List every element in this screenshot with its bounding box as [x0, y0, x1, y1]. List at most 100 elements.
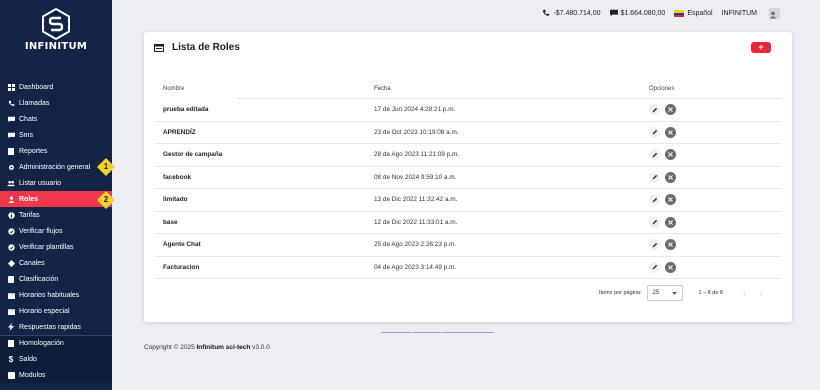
brand-name: INFINITUM [24, 41, 88, 52]
sidebar-item-label: Verificar flujos [19, 227, 63, 235]
edit-button[interactable] [649, 126, 660, 138]
dashboard-icon [7, 83, 15, 91]
delete-button[interactable] [665, 171, 676, 183]
header-divider [155, 98, 237, 99]
sidebar-item-dashboard[interactable]: Dashboard [0, 79, 112, 95]
column-header-opciones: Opciones [649, 86, 675, 92]
table-row: base 12 de Dic 2022 11:33:01 a.m. [155, 212, 781, 234]
scrollbar-segment [442, 332, 494, 333]
sidebar-item-saldo[interactable]: $ Saldo [0, 351, 112, 367]
role-name: base [163, 218, 178, 226]
sidebar-item-administracion-general[interactable]: Administración general [0, 159, 112, 175]
sidebar-item-label: Dashboard [19, 83, 54, 91]
sidebar-item-verificar-flujos[interactable]: Verificar flujos [0, 223, 112, 239]
sidebar-item-label: Reportes [19, 147, 48, 155]
sidebar-item-homologacion[interactable]: Homologación [0, 335, 112, 351]
phone-icon [543, 9, 550, 16]
edit-button[interactable] [649, 239, 660, 251]
chevron-down-icon [671, 291, 677, 295]
roles-icon [7, 195, 15, 203]
sms-icon [7, 131, 15, 139]
page-range: 1 – 8 de 8 [698, 290, 723, 296]
close-icon [668, 264, 673, 270]
user-icon [769, 11, 777, 18]
sidebar-item-llamadas[interactable]: Llamadas [0, 95, 112, 111]
user-menu[interactable]: INFINITUM [721, 7, 780, 19]
row-actions [642, 261, 781, 273]
brand-logo[interactable]: INFINITUM [0, 8, 112, 52]
edit-button[interactable] [649, 216, 660, 228]
sidebar-item-respuestas-rapidas[interactable]: Respuestas rapidas [0, 319, 112, 335]
table-row: Gestor de campaña 28 de Ago 2023 11:21:0… [155, 144, 781, 167]
role-name: Gestor de campaña [163, 151, 223, 159]
delete-button[interactable] [665, 261, 676, 273]
role-name: prueba editada [163, 106, 209, 114]
phone-balance[interactable]: -$7.480.714,00 [542, 9, 601, 17]
roles-table: Nombre Fecha Opciones prueba editada 17 … [155, 80, 781, 279]
delete-button[interactable] [665, 126, 676, 138]
sidebar-item-tarifas[interactable]: Tarifas [0, 207, 112, 223]
message-balance[interactable]: $1.664.080,00 [609, 9, 665, 17]
table-header: Nombre Fecha Opciones [155, 80, 781, 99]
delete-button[interactable] [665, 104, 676, 116]
delete-button[interactable] [665, 149, 676, 161]
sidebar-item-label: Verificar plantillas [19, 243, 74, 251]
add-role-button[interactable]: + [751, 42, 771, 53]
column-header-nombre[interactable]: Nombre [155, 86, 366, 92]
sidebar-item-reportes[interactable]: Reportes [0, 143, 112, 159]
edit-button[interactable] [649, 194, 660, 206]
role-date: 08 de Nov 2024 9:59:10 a.m. [374, 173, 457, 181]
next-page-icon[interactable]: › [760, 289, 763, 298]
sidebar-item-roles[interactable]: Roles [0, 191, 112, 207]
footer-copyright: Copyright © 2025 [144, 344, 197, 351]
tour-badge-number: 2 [103, 195, 109, 204]
sidebar-item-label: Tarifas [19, 211, 40, 219]
sidebar-item-listar-usuario[interactable]: Listar usuario [0, 175, 112, 191]
column-header-fecha[interactable]: Fecha [366, 86, 642, 92]
close-icon [668, 219, 673, 225]
tour-badge-1[interactable]: 1 [97, 158, 115, 176]
sidebar-item-label: Homologación [19, 340, 64, 347]
pencil-icon [652, 265, 657, 270]
edit-button[interactable] [649, 149, 660, 161]
sidebar-item-verificar-plantillas[interactable]: Verificar plantillas [0, 239, 112, 255]
delete-button[interactable] [665, 239, 676, 251]
table-row: limitado 13 de Dic 2022 11:32:42 a.m. [155, 189, 781, 212]
pencil-icon [652, 107, 657, 113]
channels-icon [7, 259, 15, 267]
user-name: INFINITUM [721, 9, 757, 17]
edit-button[interactable] [649, 261, 660, 273]
edit-button[interactable] [649, 104, 660, 116]
sidebar-item-label: Horario especial [19, 307, 70, 315]
sidebar-item-horarios-habituales[interactable]: Horarios habituales [0, 287, 112, 303]
role-date: 23 de Oct 2023 10:19:08 a.m. [374, 128, 459, 136]
modules-icon [7, 371, 15, 379]
sidebar-item-label: Saldo [19, 355, 37, 363]
previous-page-icon[interactable]: ‹ [743, 289, 746, 298]
sidebar-item-sms[interactable]: Sms [0, 127, 112, 143]
pencil-icon [652, 130, 657, 135]
items-per-page-label: Items por página: [599, 290, 642, 296]
verify-icon [7, 227, 15, 235]
page-title: Lista de Roles [154, 42, 240, 53]
sidebar-item-canales[interactable]: Canales [0, 255, 112, 271]
edit-button[interactable] [649, 171, 660, 183]
sidebar-item-horario-especial[interactable]: Horario especial [0, 303, 112, 319]
role-date: 13 de Dic 2022 11:32:42 a.m. [374, 196, 458, 204]
role-name: Facturacion [163, 263, 200, 271]
sidebar-item-clasificacion[interactable]: Clasificación [0, 271, 112, 287]
roles-card: Lista de Roles + Nombre Fecha Opciones p… [144, 32, 792, 322]
page-size-select[interactable]: 25 [646, 285, 683, 301]
delete-button[interactable] [665, 216, 676, 228]
info-icon [7, 211, 15, 219]
sidebar-item-label: Canales [19, 259, 45, 267]
horizontal-scrollbar[interactable] [381, 332, 495, 334]
tour-badge-2[interactable]: 2 [97, 191, 115, 209]
sidebar-item-modulos[interactable]: Modulos [0, 367, 112, 383]
chat-icon [7, 115, 15, 123]
role-date: 28 de Ago 2023 11:21:09 p.m. [374, 151, 460, 159]
sidebar-item-chats[interactable]: Chats [0, 111, 112, 127]
delete-button[interactable] [665, 194, 676, 206]
footer-company: Infinitum sci-tech [196, 344, 251, 351]
language-selector[interactable]: Español [674, 9, 713, 17]
